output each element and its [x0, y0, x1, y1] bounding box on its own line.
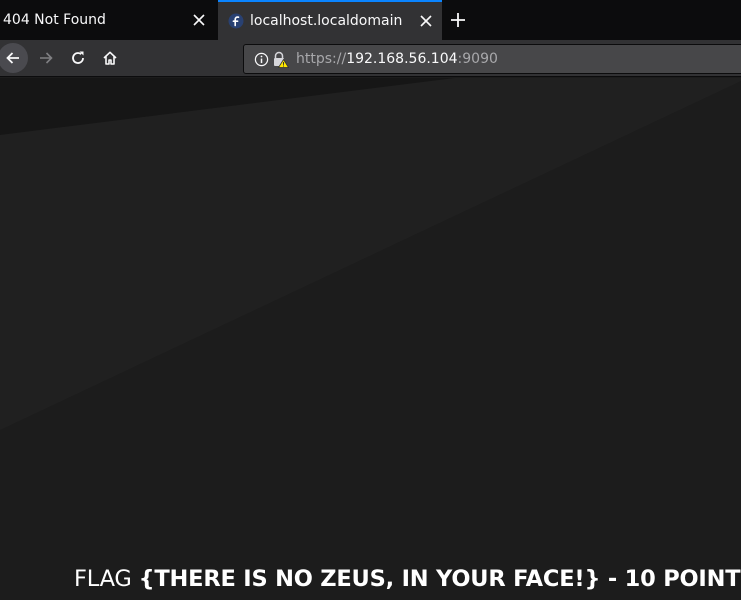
background-shapes: [0, 78, 741, 600]
tab-title: localhost.localdomain: [250, 13, 403, 29]
navigation-toolbar: https://192.168.56.104:9090: [0, 40, 741, 77]
url-host: 192.168.56.104: [346, 51, 458, 67]
tab-title: 404 Not Found: [3, 12, 106, 28]
close-tab-icon[interactable]: [187, 8, 211, 32]
tab-strip: 404 Not Found localhost.localdomain: [0, 0, 741, 40]
url-text[interactable]: https://192.168.56.104:9090: [296, 51, 498, 67]
forward-icon: [40, 52, 53, 64]
close-tab-icon[interactable]: [414, 9, 438, 33]
url-scheme: https://: [296, 51, 347, 67]
reload-icon: [72, 51, 84, 64]
back-button[interactable]: [0, 43, 28, 73]
flag-text: FLAG {THERE IS NO ZEUS, IN YOUR FACE!} -…: [74, 566, 741, 592]
new-tab-button[interactable]: [446, 8, 470, 32]
fedora-icon: [228, 13, 244, 29]
flag-body: {THERE IS NO ZEUS, IN YOUR FACE!} - 10 P…: [138, 566, 741, 592]
home-icon: [103, 51, 117, 65]
forward-button[interactable]: [31, 43, 61, 73]
reload-button[interactable]: [63, 43, 93, 73]
plus-icon: [451, 13, 465, 27]
flag-prefix: FLAG: [74, 566, 139, 592]
url-bar[interactable]: https://192.168.56.104:9090: [243, 44, 741, 74]
tab-localhost[interactable]: localhost.localdomain: [218, 0, 442, 40]
home-button[interactable]: [95, 43, 125, 73]
page-content: FLAG {THERE IS NO ZEUS, IN YOUR FACE!} -…: [0, 78, 741, 600]
url-port: :9090: [457, 51, 498, 67]
info-icon[interactable]: [252, 50, 270, 68]
back-icon: [6, 52, 19, 64]
insecure-lock-icon[interactable]: [271, 50, 289, 68]
tab-404-not-found[interactable]: 404 Not Found: [0, 0, 217, 40]
